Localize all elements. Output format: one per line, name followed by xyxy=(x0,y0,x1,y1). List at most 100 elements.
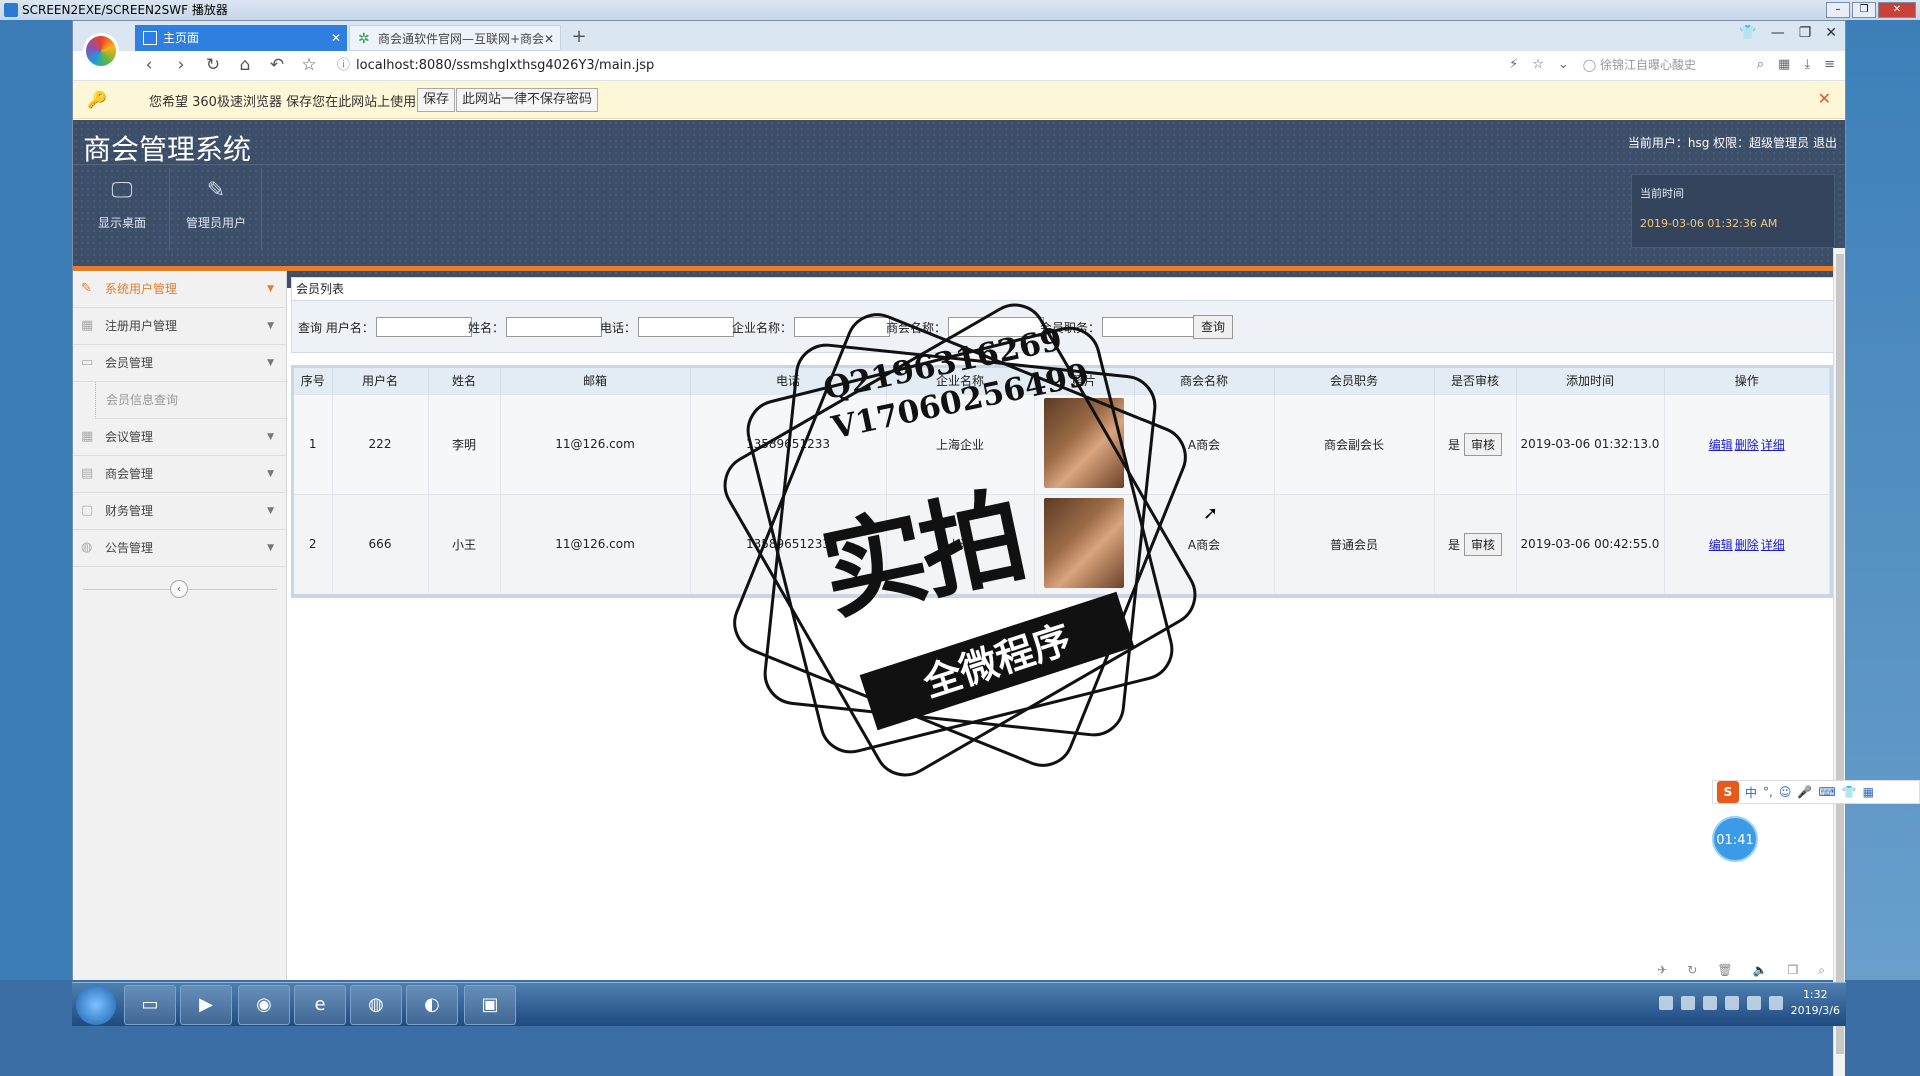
tray-icon[interactable] xyxy=(1658,996,1673,1010)
sidebar-item-announcements[interactable]: ◍ 公告管理 ▼ xyxy=(73,530,286,567)
browser-window-controls: 👕 — ❐ ✕ xyxy=(1739,25,1837,41)
sidebar-item-chambers[interactable]: ▤ 商会管理 ▼ xyxy=(73,456,286,493)
audited-value: 是 xyxy=(1447,537,1460,552)
sidebar-item-members[interactable]: ▭ 会员管理 ▼ xyxy=(73,345,286,382)
app-header: 商会管理系统 当前用户：hsg 权限：超级管理员 退出 🖵 显示桌面 ✎ 管理员… xyxy=(73,120,1845,288)
game-taskbar-icon[interactable]: ▣ xyxy=(464,985,516,1025)
volume-icon[interactable]: 🔈 xyxy=(1753,963,1768,978)
close-icon[interactable]: ✕ xyxy=(1818,89,1831,108)
delete-link[interactable]: 删除 xyxy=(1735,538,1759,552)
edit-link[interactable]: 编辑 xyxy=(1709,538,1733,552)
speed-icon[interactable]: ✈ xyxy=(1657,963,1667,978)
tray-icon[interactable] xyxy=(1702,996,1717,1010)
column-header: 用户名 xyxy=(332,368,429,394)
username-input[interactable] xyxy=(375,317,472,337)
reload-icon[interactable]: ↻ xyxy=(203,55,223,75)
tray-icon[interactable] xyxy=(1746,996,1761,1010)
detail-link[interactable]: 详细 xyxy=(1761,538,1785,552)
restore-button[interactable]: ❐ xyxy=(1852,2,1876,18)
refresh-icon[interactable]: ↻ xyxy=(1687,963,1697,978)
menu-icon[interactable]: ≡ xyxy=(1824,57,1835,72)
taskbar-clock[interactable]: 1:32 2019/3/6 xyxy=(1791,987,1840,1019)
url-field[interactable]: ⓘ localhost:8080/ssmshglxthsg4026Y3/main.… xyxy=(337,56,654,76)
tray-icon[interactable] xyxy=(1724,996,1739,1010)
company-input[interactable] xyxy=(794,317,891,337)
name-input[interactable] xyxy=(506,317,603,337)
download-icon[interactable]: ⤓ xyxy=(1804,57,1810,72)
phone-input[interactable] xyxy=(638,317,735,337)
close-tab-icon[interactable]: ✕ xyxy=(331,25,341,51)
position-input[interactable] xyxy=(1102,317,1199,337)
back-icon[interactable]: ‹ xyxy=(139,55,159,75)
cell-actions: 编辑 删除 详细 xyxy=(1664,493,1830,594)
nav-label: 管理员用户 xyxy=(185,216,246,230)
scrollbar-thumb[interactable] xyxy=(1836,254,1844,1054)
app-taskbar-icon[interactable]: ◐ xyxy=(406,985,458,1025)
cell-time: 2019-03-06 01:32:13.0 xyxy=(1516,393,1665,494)
field-label: 用户名： xyxy=(325,320,374,335)
tab-main-page[interactable]: 主页面 ✕ xyxy=(135,25,347,51)
audit-button[interactable]: 审核 xyxy=(1464,432,1503,456)
ime-toolbar[interactable]: S 中 °, ☺ 🎤 ⌨ 👕 ▦ xyxy=(1712,780,1920,804)
audit-button[interactable]: 审核 xyxy=(1464,532,1503,556)
search-field-name: 姓名： xyxy=(468,317,603,337)
volume-icon[interactable] xyxy=(1768,996,1783,1010)
start-button[interactable] xyxy=(76,985,116,1025)
browser-360-taskbar-icon[interactable]: ◉ xyxy=(238,985,290,1025)
sidebar-subitem-member-query[interactable]: 会员信息查询 xyxy=(95,382,286,419)
close-tab-icon[interactable]: ✕ xyxy=(544,26,554,50)
media-player-taskbar-icon[interactable]: ▶ xyxy=(180,985,232,1025)
explorer-taskbar-icon[interactable]: ▭ xyxy=(124,985,176,1025)
skin-icon[interactable]: 👕 xyxy=(1739,25,1756,41)
cell-actions: 编辑 删除 详细 xyxy=(1664,393,1830,494)
home-icon[interactable]: ⌂ xyxy=(235,55,255,75)
sidebar-item-finance[interactable]: ▢ 财务管理 ▼ xyxy=(73,493,286,530)
save-password-button[interactable]: 保存 xyxy=(417,88,456,112)
new-tab-button[interactable]: + xyxy=(567,25,591,49)
minimize-button[interactable]: — xyxy=(1771,25,1785,41)
lightning-icon[interactable]: ⚡ xyxy=(1509,57,1518,72)
apps-icon[interactable]: ▦ xyxy=(1778,57,1790,72)
chevron-down-icon[interactable]: ⌄ xyxy=(1558,57,1569,72)
never-save-button[interactable]: 此网站一律不保存密码 xyxy=(456,88,599,112)
nav-admin-users[interactable]: ✎ 管理员用户 xyxy=(171,178,261,231)
sidebar-item-system-users[interactable]: ✎ 系统用户管理 ▼ xyxy=(73,271,286,308)
bookmark-star-icon[interactable]: ☆ xyxy=(299,55,319,75)
zoom-icon[interactable]: ⌕ xyxy=(1818,963,1825,978)
field-label: 电话： xyxy=(600,320,637,335)
table-row: 1 222 李明 11@126.com 13589651233 上海企业 A商会… xyxy=(294,393,1830,494)
sidebar-item-meetings[interactable]: ▦ 会议管理 ▼ xyxy=(73,419,286,456)
mic-icon: 🎤 xyxy=(1797,785,1813,799)
search-input[interactable]: ◯ 徐锦江自曝心酸史 xyxy=(1583,56,1743,73)
tab-chamber-site[interactable]: ✲ 商会通软件官网—互联网+商会 ✕ xyxy=(349,25,561,51)
delete-link[interactable]: 删除 xyxy=(1735,438,1759,452)
close-button[interactable]: ✕ xyxy=(1878,2,1916,18)
chevron-down-icon: ▼ xyxy=(267,506,274,516)
forward-icon[interactable]: › xyxy=(171,55,191,75)
page-scrollbar[interactable] xyxy=(1833,248,1845,1076)
search-icon[interactable]: ⌕ xyxy=(1757,57,1764,72)
edit-link[interactable]: 编辑 xyxy=(1709,438,1733,452)
browser-logo-icon[interactable] xyxy=(83,33,119,69)
favorite-icon[interactable]: ☆ xyxy=(1532,57,1544,72)
ie-taskbar-icon[interactable]: e xyxy=(294,985,346,1025)
nav-divider xyxy=(261,168,262,250)
close-button[interactable]: ✕ xyxy=(1825,25,1837,41)
chevron-down-icon: ▼ xyxy=(267,432,274,442)
panel-title: 会员列表 xyxy=(291,277,1839,301)
user-info[interactable]: 当前用户：hsg 权限：超级管理员 退出 xyxy=(1628,134,1837,151)
detail-link[interactable]: 详细 xyxy=(1761,438,1785,452)
member-photo xyxy=(1044,397,1124,488)
minimize-button[interactable]: – xyxy=(1826,2,1850,18)
query-button[interactable]: 查询 xyxy=(1193,315,1233,339)
nav-show-desktop[interactable]: 🖵 显示桌面 xyxy=(77,178,167,231)
sidebar-item-registered-users[interactable]: ▦ 注册用户管理 ▼ xyxy=(73,308,286,345)
window-icon[interactable]: ❐ xyxy=(1788,963,1799,978)
undo-icon[interactable]: ↶ xyxy=(267,55,287,75)
restore-button[interactable]: ❐ xyxy=(1799,25,1812,41)
tray-icon[interactable] xyxy=(1680,996,1695,1010)
browser-taskbar-icon[interactable]: ◍ xyxy=(350,985,402,1025)
trash-icon[interactable]: 🗑 xyxy=(1717,963,1732,978)
url-text: localhost:8080/ssmshglxthsg4026Y3/main.j… xyxy=(356,58,655,73)
collapse-sidebar-icon[interactable]: ‹ xyxy=(170,580,188,598)
